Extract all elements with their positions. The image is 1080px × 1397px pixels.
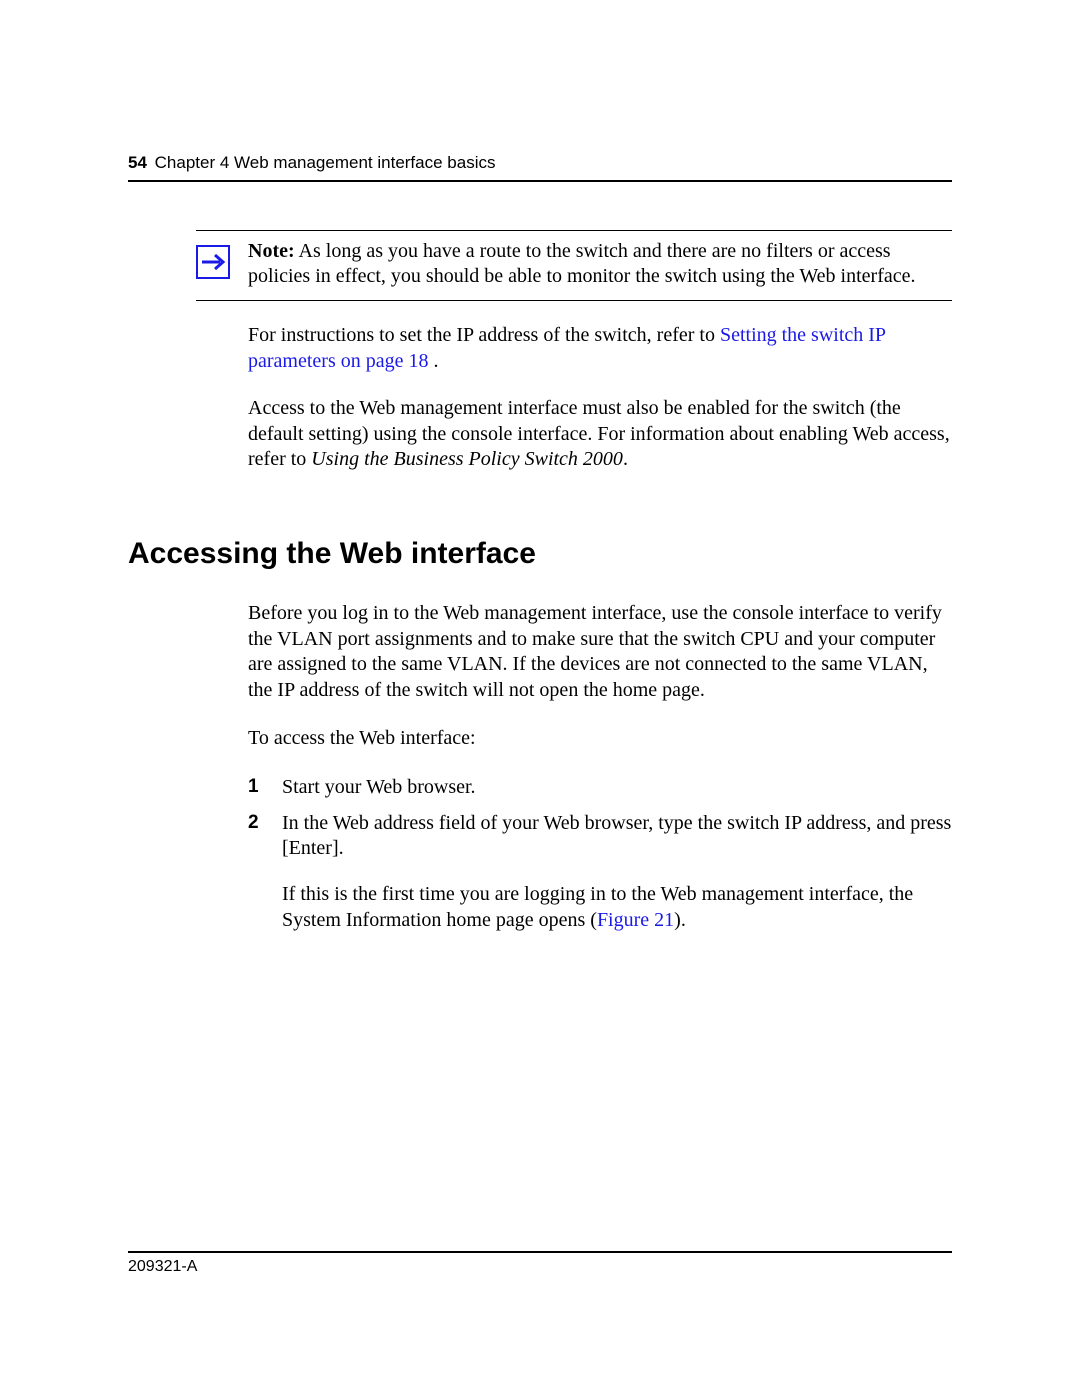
note-text: Note: As long as you have a route to the… [248, 239, 952, 290]
step-number: 1 [248, 775, 282, 801]
page-number: 54 [128, 153, 147, 172]
step-list: 1 Start your Web browser. 2 In the Web a… [248, 775, 952, 933]
step-number: 2 [248, 811, 282, 933]
step-body: In the Web address field of your Web bro… [282, 811, 952, 933]
text: . [623, 448, 628, 470]
list-item: 2 In the Web address field of your Web b… [248, 811, 952, 933]
footer-docnum: 209321-A [128, 1251, 952, 1277]
arrow-right-icon [196, 245, 230, 279]
list-item: 1 Start your Web browser. [248, 775, 952, 801]
page: 54 Chapter 4 Web management interface ba… [0, 0, 1080, 1397]
section-heading: Accessing the Web interface [128, 535, 952, 573]
paragraph: Access to the Web management interface m… [248, 396, 952, 473]
paragraph: To access the Web interface: [248, 726, 952, 752]
paragraph: Before you log in to the Web management … [248, 601, 952, 703]
book-title: Using the Business Policy Switch 2000 [311, 448, 623, 470]
note-label: Note: [248, 240, 295, 262]
chapter-title: Chapter 4 Web management interface basic… [155, 153, 496, 172]
step-body: Start your Web browser. [282, 775, 952, 801]
note-body: As long as you have a route to the switc… [248, 240, 915, 288]
note-block: Note: As long as you have a route to the… [196, 230, 952, 301]
paragraph: For instructions to set the IP address o… [248, 323, 952, 374]
xref-link[interactable]: Figure 21 [597, 909, 674, 931]
text: For instructions to set the IP address o… [248, 324, 720, 346]
running-header: 54 Chapter 4 Web management interface ba… [128, 152, 952, 182]
text: . [429, 350, 439, 372]
text: ). [674, 909, 686, 931]
step-follow-paragraph: If this is the first time you are loggin… [282, 882, 952, 933]
